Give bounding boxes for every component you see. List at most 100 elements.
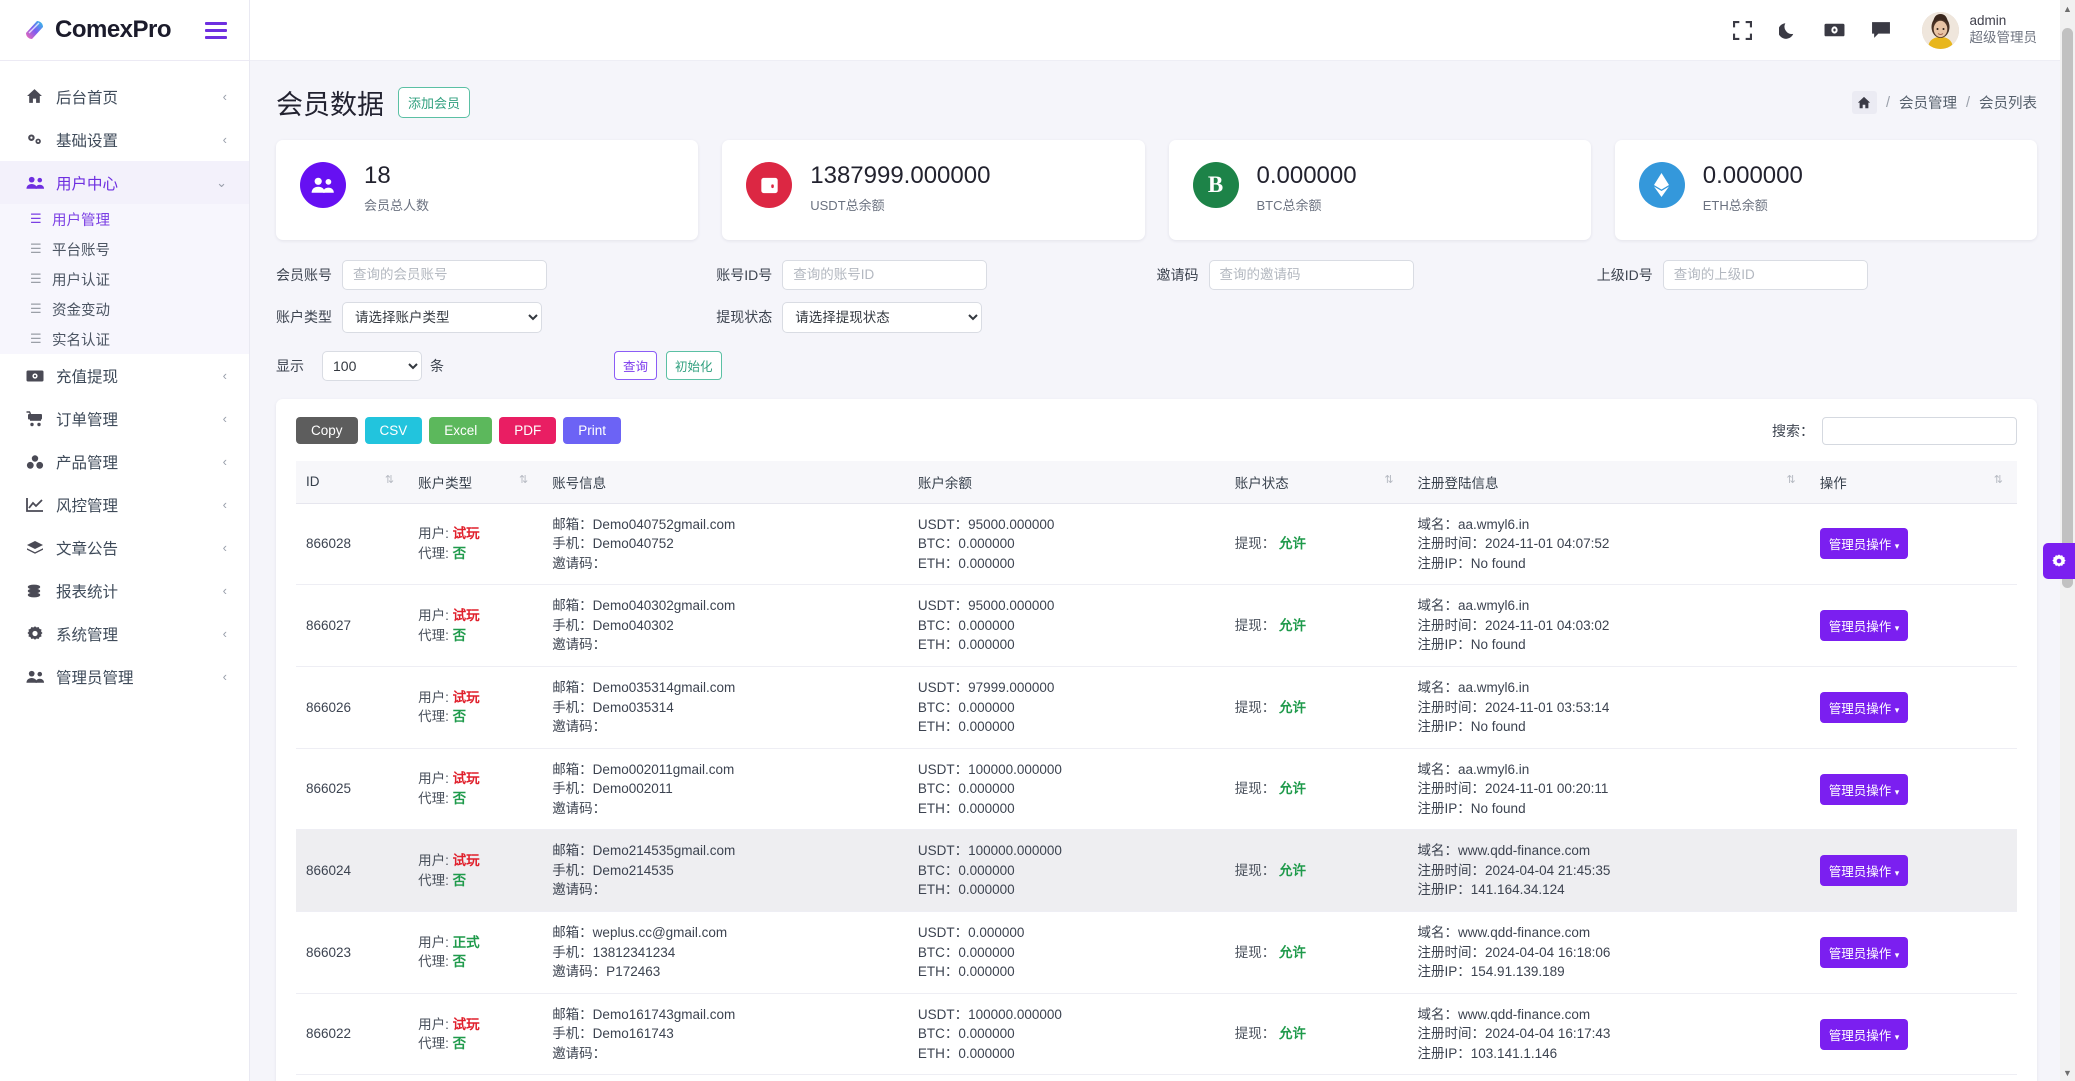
cell-operations: 管理员操作 ▾ (1810, 666, 2017, 748)
table-row[interactable]: 866028用户: 试玩代理: 否邮箱：Demo040752gmail.com手… (296, 503, 2017, 585)
invite-code-input[interactable] (1209, 260, 1414, 290)
sidebar-item-label: 后台首页 (56, 86, 223, 108)
admin-action-button[interactable]: 管理员操作 ▾ (1820, 774, 1909, 805)
query-button[interactable]: 查询 (614, 351, 657, 380)
sidebar-subitem-real-name-auth[interactable]: ☰ 实名认证 (0, 324, 249, 354)
admin-action-button[interactable]: 管理员操作 ▾ (1820, 528, 1909, 559)
chat-icon[interactable] (1858, 7, 1904, 53)
withdraw-status-value: 允许 (1279, 536, 1306, 551)
copy-button[interactable]: Copy (296, 417, 358, 444)
admin-action-button[interactable]: 管理员操作 ▾ (1820, 937, 1909, 968)
admin-action-button[interactable]: 管理员操作 ▾ (1820, 610, 1909, 641)
table-row[interactable]: 866027用户: 试玩代理: 否邮箱：Demo040302gmail.com手… (296, 585, 2017, 667)
table-search-input[interactable] (1822, 417, 2017, 445)
cell-registration-info: 域名：aa.wmyl6.in注册时间：2024-11-01 03:53:14注册… (1408, 666, 1810, 748)
member-account-input[interactable] (342, 260, 547, 290)
money-bill-icon[interactable] (1812, 7, 1858, 53)
column-header-account-info[interactable]: 账号信息 (542, 461, 908, 504)
sidebar-item-admin-management[interactable]: 管理员管理 ‹ (0, 655, 249, 698)
cell-account-status: 提现： 允许 (1225, 585, 1408, 667)
stat-value: 1387999.000000 (810, 162, 990, 190)
user-type-value: 试玩 (453, 526, 480, 541)
breadcrumb-separator: / (1886, 95, 1890, 111)
cell-id: 866023 (296, 912, 408, 994)
table-row[interactable]: 866023用户: 正式代理: 否邮箱：weplus.cc@gmail.com手… (296, 912, 2017, 994)
sidebar-subitem-user-management[interactable]: ☰ 用户管理 (0, 204, 249, 234)
agent-value: 否 (453, 546, 467, 561)
theme-settings-gear-icon[interactable] (2043, 543, 2075, 579)
sidebar-subitem-platform-account[interactable]: ☰ 平台账号 (0, 234, 249, 264)
column-label: 操作 (1820, 476, 1847, 491)
table-row[interactable]: 866026用户: 试玩代理: 否邮箱：Demo035314gmail.com手… (296, 666, 2017, 748)
filter-row-1: 会员账号 账号ID号 邀请码 上级ID号 (276, 260, 2037, 290)
cell-account-info: 邮箱：Demo161743gmail.com手机：Demo161743邀请码： (542, 993, 908, 1075)
account-type-select[interactable]: 请选择账户类型 (342, 302, 542, 333)
add-member-button[interactable]: 添加会员 (398, 87, 470, 118)
members-table: ID ⇅ 账户类型 ⇅ 账号信息 账户余额 (296, 461, 2017, 1081)
admin-action-button[interactable]: 管理员操作 ▾ (1820, 1019, 1909, 1050)
sidebar-item-basic-settings[interactable]: 基础设置 ‹ (0, 118, 249, 161)
table-row[interactable]: 866025用户: 试玩代理: 否邮箱：Demo002011gmail.com手… (296, 748, 2017, 830)
sidebar-item-deposit-withdraw[interactable]: 充值提现 ‹ (0, 354, 249, 397)
column-header-account-type[interactable]: 账户类型 ⇅ (408, 461, 542, 504)
app-root: ComexPro 后台首页 ‹ (0, 0, 2075, 1081)
cell-account-status: 提现： 允许 (1225, 1075, 1408, 1081)
table-row[interactable]: 866021用户: 试玩代理: 否邮箱：Demo143503gmail.com手… (296, 1075, 2017, 1081)
csv-button[interactable]: CSV (365, 417, 423, 444)
breadcrumb-home-icon[interactable] (1852, 91, 1877, 114)
column-header-id[interactable]: ID ⇅ (296, 461, 408, 504)
table-row[interactable]: 866024用户: 试玩代理: 否邮箱：Demo214535gmail.com手… (296, 830, 2017, 912)
cell-registration-info: 域名：www.qdd-finance.com注册时间：2024-04-04 21… (1408, 830, 1810, 912)
page-size-select[interactable]: 100 (322, 351, 422, 381)
sidebar-subitem-user-auth[interactable]: ☰ 用户认证 (0, 264, 249, 294)
list-icon: ☰ (30, 331, 52, 347)
withdraw-status-value: 允许 (1279, 700, 1306, 715)
scroll-up-arrow-icon[interactable]: ▲ (2060, 0, 2075, 17)
list-icon: ☰ (30, 241, 52, 257)
admin-action-button[interactable]: 管理员操作 ▾ (1820, 692, 1909, 723)
admin-action-button[interactable]: 管理员操作 ▾ (1820, 855, 1909, 886)
pdf-button[interactable]: PDF (499, 417, 556, 444)
column-header-account-status[interactable]: 账户状态 ⇅ (1225, 461, 1408, 504)
sidebar-item-dashboard[interactable]: 后台首页 ‹ (0, 75, 249, 118)
user-menu[interactable]: admin 超级管理员 (1922, 12, 2038, 49)
sidebar-nav: 后台首页 ‹ 基础设置 ‹ (0, 61, 249, 1081)
column-header-registration-info[interactable]: 注册登陆信息 ⇅ (1408, 461, 1810, 504)
cell-account-type: 用户: 试玩代理: 否 (408, 830, 542, 912)
sidebar-item-user-center[interactable]: 用户中心 ⌄ (0, 161, 249, 204)
sidebar-item-order-management[interactable]: 订单管理 ‹ (0, 397, 249, 440)
sidebar-item-system-management[interactable]: 系统管理 ‹ (0, 612, 249, 655)
sidebar-subitem-fund-changes[interactable]: ☰ 资金变动 (0, 294, 249, 324)
reset-button[interactable]: 初始化 (666, 351, 722, 380)
column-header-operations[interactable]: 操作 ⇅ (1810, 461, 2017, 504)
sidebar-item-product-management[interactable]: 产品管理 ‹ (0, 440, 249, 483)
sidebar-item-articles[interactable]: 文章公告 ‹ (0, 526, 249, 569)
table-head: ID ⇅ 账户类型 ⇅ 账号信息 账户余额 (296, 461, 2017, 504)
filter-label-invite-code: 邀请码 (1157, 265, 1199, 285)
cell-id: 866022 (296, 993, 408, 1075)
page-scrollbar[interactable]: ▲ ▼ (2060, 0, 2075, 1081)
account-id-input[interactable] (782, 260, 987, 290)
breadcrumb-item-member-list[interactable]: 会员列表 (1979, 92, 2037, 113)
breadcrumb-item-member-management[interactable]: 会员管理 (1899, 92, 1957, 113)
sidebar-item-risk-management[interactable]: 风控管理 ‹ (0, 483, 249, 526)
cell-account-status: 提现： 允许 (1225, 666, 1408, 748)
sort-icon: ⇅ (1994, 473, 2003, 486)
cell-account-type: 用户: 试玩代理: 否 (408, 748, 542, 830)
excel-button[interactable]: Excel (429, 417, 492, 444)
table-row[interactable]: 866022用户: 试玩代理: 否邮箱：Demo161743gmail.com手… (296, 993, 2017, 1075)
scroll-down-arrow-icon[interactable]: ▼ (2060, 1064, 2075, 1081)
parent-id-input[interactable] (1663, 260, 1868, 290)
brand[interactable]: ComexPro (20, 16, 171, 44)
column-header-account-balance[interactable]: 账户余额 (908, 461, 1225, 504)
fullscreen-icon[interactable] (1720, 7, 1766, 53)
sidebar-subitem-label: 用户认证 (52, 269, 110, 290)
scrollbar-thumb[interactable] (2062, 28, 2073, 588)
sidebar-subitem-label: 实名认证 (52, 329, 110, 350)
print-button[interactable]: Print (563, 417, 621, 444)
moon-icon[interactable] (1766, 7, 1812, 53)
topbar: admin 超级管理员 (250, 0, 2075, 61)
menu-toggle-icon[interactable] (205, 22, 227, 39)
withdraw-status-select[interactable]: 请选择提现状态 (782, 302, 982, 333)
sidebar-item-reports[interactable]: 报表统计 ‹ (0, 569, 249, 612)
